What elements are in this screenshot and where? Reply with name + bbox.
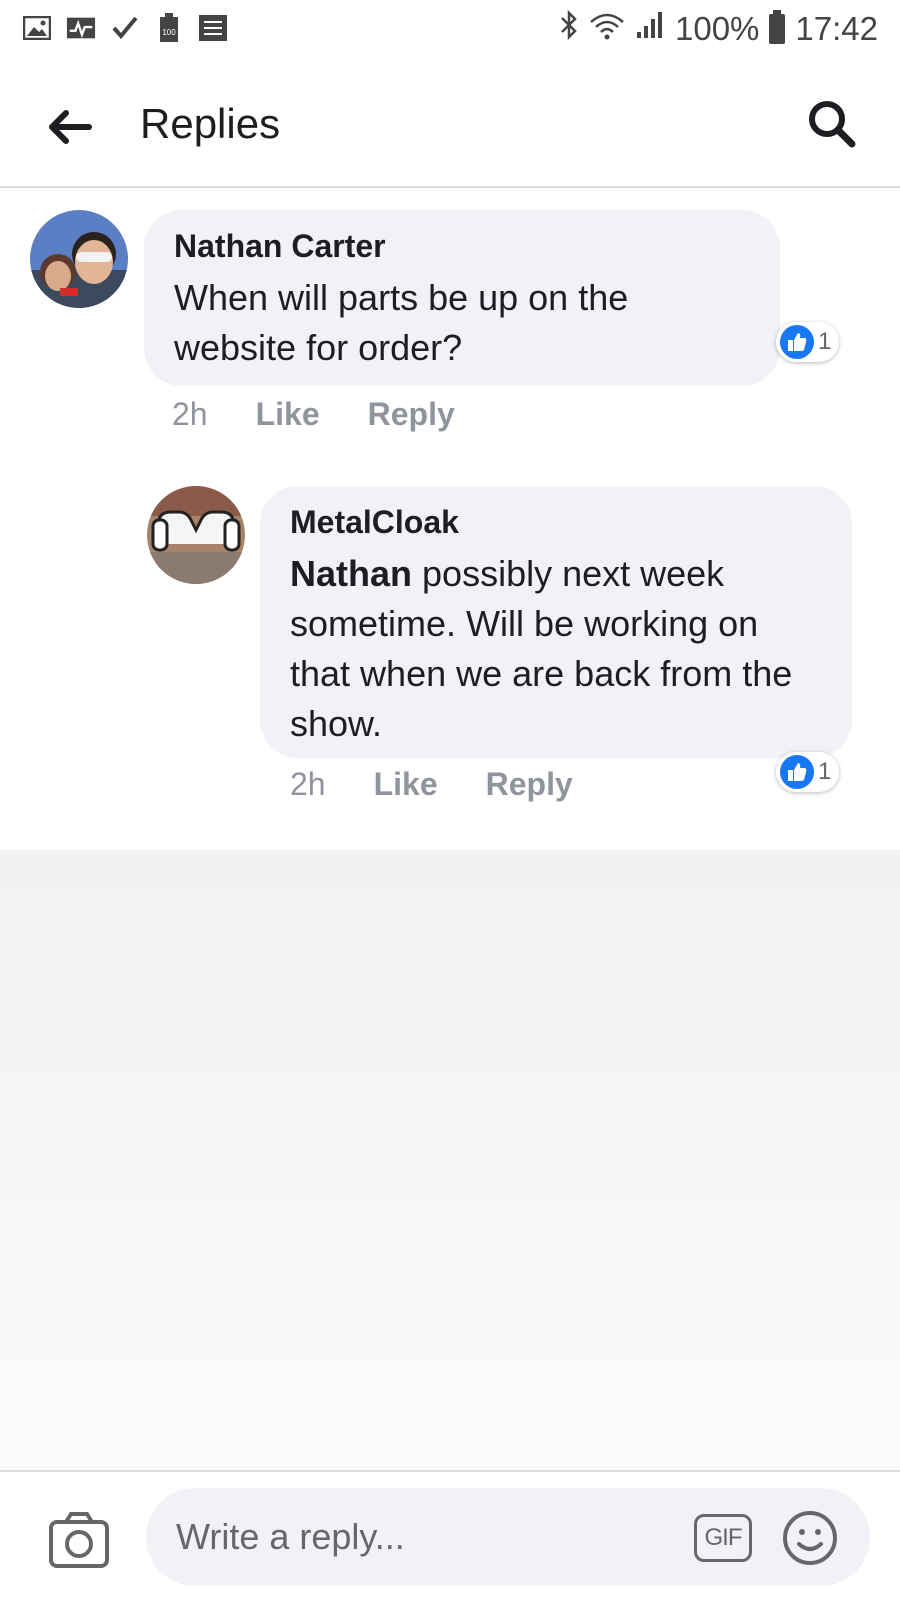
battery-percent: 100% <box>675 10 760 47</box>
reaction-badge[interactable]: 1 <box>776 322 840 362</box>
battery-icon <box>769 10 786 44</box>
empty-area <box>0 850 900 1470</box>
search-icon <box>809 101 856 148</box>
reply-input[interactable] <box>176 1510 656 1564</box>
reaction-count: 1 <box>818 758 832 785</box>
comment-time: 2h <box>290 766 326 802</box>
reply-composer: GIF <box>0 1470 900 1600</box>
camera-button[interactable] <box>48 1510 110 1570</box>
reply-field: GIF <box>146 1488 870 1586</box>
app-notification-icon <box>198 14 228 42</box>
page-title: Replies <box>140 100 281 147</box>
mention-link[interactable]: Nathan <box>290 553 412 594</box>
system-status: 100% 17:42 <box>559 9 878 48</box>
clock: 17:42 <box>795 10 878 47</box>
gif-button[interactable]: GIF <box>694 1514 752 1562</box>
avatar[interactable] <box>147 486 245 584</box>
reply-button[interactable]: Reply <box>486 766 573 803</box>
like-reaction-icon <box>780 755 814 789</box>
like-reaction-icon <box>780 325 814 359</box>
comment-author[interactable]: Nathan Carter <box>174 228 750 265</box>
back-button[interactable] <box>40 100 100 154</box>
app-header: Replies <box>0 64 900 188</box>
gallery-notification-icon <box>22 14 52 42</box>
smiley-icon <box>783 1511 837 1565</box>
search-button[interactable] <box>802 94 862 154</box>
like-button[interactable]: Like <box>256 396 320 433</box>
comment-actions: 2h Like Reply <box>290 766 573 803</box>
battery-saver-notification-icon: 100 <box>154 13 184 42</box>
camera-icon <box>49 1512 109 1568</box>
comment-time: 2h <box>172 396 208 432</box>
bluetooth-icon <box>559 9 579 48</box>
replies-thread: Nathan Carter When will parts be up on t… <box>0 190 900 850</box>
notification-icons: 100 <box>22 13 228 42</box>
comment-text: When will parts be up on the website for… <box>174 277 629 368</box>
wifi-icon <box>589 10 625 48</box>
reply-button[interactable]: Reply <box>368 396 455 433</box>
svg-text:100: 100 <box>162 28 176 37</box>
metalcloak-logo-icon <box>147 486 245 584</box>
comment-bubble[interactable]: Nathan Carter When will parts be up on t… <box>144 210 780 386</box>
comment-author[interactable]: MetalCloak <box>290 504 822 541</box>
reaction-count: 1 <box>818 328 832 355</box>
comment-actions: 2h Like Reply <box>172 396 455 433</box>
status-bar: 100 100% 17:42 <box>0 0 900 64</box>
like-button[interactable]: Like <box>374 766 438 803</box>
avatar[interactable] <box>30 210 128 308</box>
activity-notification-icon <box>66 14 96 42</box>
profile-photo-icon <box>30 210 128 308</box>
cell-signal-icon <box>635 10 665 48</box>
comment-text: Nathan possibly next week sometime. Will… <box>290 549 822 749</box>
reaction-badge[interactable]: 1 <box>776 752 840 792</box>
check-notification-icon <box>110 14 140 42</box>
emoji-button[interactable] <box>782 1510 838 1566</box>
back-arrow-icon <box>49 110 92 144</box>
comment-bubble[interactable]: MetalCloak Nathan possibly next week som… <box>260 486 852 758</box>
